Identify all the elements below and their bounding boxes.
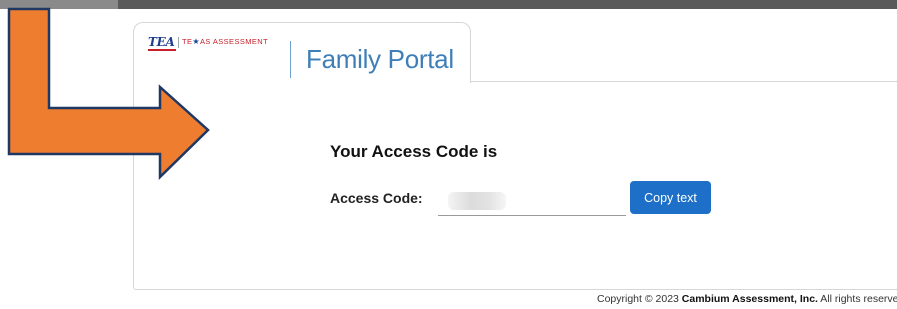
- elbow-arrow-icon: [7, 7, 210, 180]
- annotation-arrow-shape: [7, 7, 210, 180]
